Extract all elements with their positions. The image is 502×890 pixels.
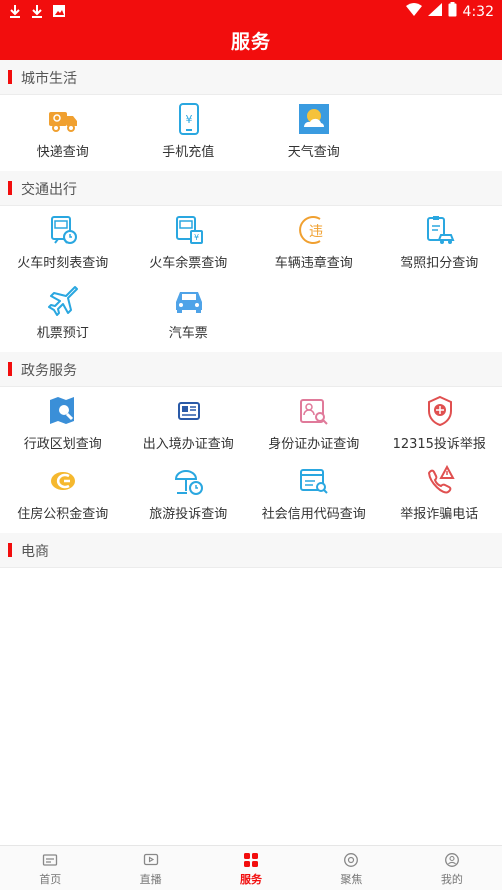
service-label: 举报诈骗电话 — [400, 507, 479, 522]
nav-label: 聚焦 — [340, 873, 363, 886]
download-icon — [8, 3, 22, 18]
nav-services[interactable]: 服务 — [201, 846, 301, 890]
credit-code-icon — [298, 465, 330, 497]
section-title: 城市生活 — [21, 71, 77, 87]
service-train-schedule[interactable]: 火车时刻表查询 — [0, 206, 126, 276]
section-accent-bar — [8, 362, 12, 376]
section-ecommerce: 电商 — [0, 533, 502, 568]
train-schedule-icon — [47, 214, 79, 246]
service-phone-recharge[interactable]: ¥ 手机充值 — [126, 95, 252, 165]
service-fraud-phone[interactable]: 举报诈骗电话 — [377, 457, 502, 527]
service-flight[interactable]: 机票预订 — [0, 276, 126, 346]
service-id-card[interactable]: 身份证办证查询 — [251, 387, 377, 457]
section-accent-bar — [8, 181, 12, 195]
service-label: 快递查询 — [36, 145, 89, 160]
section-government: 政务服务 行政区划查询 出入境办证查询 身份证办证查询 12315投诉举报 住房… — [0, 352, 502, 533]
nav-label: 我的 — [440, 873, 463, 886]
service-housing-fund[interactable]: 住房公积金查询 — [0, 457, 126, 527]
service-label: 火车时刻表查询 — [17, 256, 109, 271]
section-header: 电商 — [0, 533, 502, 568]
nav-focus[interactable]: 聚焦 — [301, 846, 401, 890]
section-accent-bar — [8, 543, 12, 557]
service-credit-code[interactable]: 社会信用代码查询 — [251, 457, 377, 527]
signal-icon — [427, 3, 442, 20]
service-label: 火车余票查询 — [149, 256, 228, 271]
id-card-icon — [298, 395, 330, 427]
section-city-life: 城市生活 快递查询 ¥ 手机充值 天气查询 — [0, 60, 502, 171]
service-exit-entry[interactable]: 出入境办证查询 — [126, 387, 252, 457]
service-label: 车辆违章查询 — [274, 256, 353, 271]
complaint-badge-icon — [424, 395, 456, 427]
section-title: 电商 — [21, 544, 49, 560]
service-violation[interactable]: 违 车辆违章查询 — [251, 206, 377, 276]
services-content: 城市生活 快递查询 ¥ 手机充值 天气查询 交通出行 火车时刻表查询 ¥ 火车余… — [0, 60, 502, 568]
travel-complaint-icon — [173, 465, 205, 497]
battery-icon — [448, 2, 457, 21]
violation-icon: 违 — [298, 214, 330, 246]
bus-ticket-icon — [173, 284, 205, 316]
nav-label: 首页 — [39, 873, 62, 886]
notification-image-icon — [52, 3, 66, 17]
wifi-icon — [405, 3, 422, 20]
section-transport: 交通出行 火车时刻表查询 ¥ 火车余票查询 违 车辆违章查询 驾照扣分查询 机票… — [0, 171, 502, 352]
airplane-icon — [47, 284, 79, 316]
nav-profile[interactable]: 我的 — [402, 846, 502, 890]
service-admin-division[interactable]: 行政区划查询 — [0, 387, 126, 457]
passport-icon — [173, 395, 205, 427]
service-label: 住房公积金查询 — [17, 507, 109, 522]
service-label: 社会信用代码查询 — [261, 507, 366, 522]
home-icon — [42, 852, 58, 868]
service-label: 机票预订 — [36, 326, 89, 341]
live-icon — [143, 852, 159, 868]
svg-text:¥: ¥ — [193, 233, 198, 242]
service-label: 身份证办证查询 — [268, 437, 360, 452]
service-label: 手机充值 — [162, 145, 215, 160]
service-label: 出入境办证查询 — [142, 437, 234, 452]
page-title: 服务 — [230, 31, 271, 53]
section-header: 城市生活 — [0, 60, 502, 95]
svg-text:违: 违 — [309, 224, 323, 240]
housing-fund-icon — [47, 465, 79, 497]
service-label: 汽车票 — [168, 326, 208, 341]
service-label: 旅游投诉查询 — [149, 507, 228, 522]
status-bar: 4:32 — [0, 0, 502, 22]
status-time: 4:32 — [462, 3, 494, 20]
app-header: 4:32 服务 — [0, 0, 502, 60]
service-label: 12315投诉举报 — [392, 437, 486, 452]
section-accent-bar — [8, 70, 12, 84]
express-truck-icon — [47, 103, 79, 135]
service-bus-ticket[interactable]: 汽车票 — [126, 276, 252, 346]
service-express[interactable]: 快递查询 — [0, 95, 126, 165]
service-label: 驾照扣分查询 — [400, 256, 479, 271]
phone-recharge-icon: ¥ — [173, 103, 205, 135]
services-icon — [243, 852, 259, 868]
section-title: 政务服务 — [21, 363, 77, 379]
nav-label: 服务 — [240, 873, 263, 886]
service-label: 天气查询 — [287, 145, 340, 160]
service-weather[interactable]: 天气查询 — [251, 95, 377, 165]
fraud-phone-icon — [424, 464, 456, 497]
license-points-icon — [424, 214, 456, 246]
section-title: 交通出行 — [21, 182, 77, 198]
service-license-points[interactable]: 驾照扣分查询 — [377, 206, 502, 276]
nav-home[interactable]: 首页 — [0, 846, 100, 890]
download-icon — [30, 3, 44, 18]
service-label: 行政区划查询 — [23, 437, 102, 452]
service-travel-complaint[interactable]: 旅游投诉查询 — [126, 457, 252, 527]
service-train-ticket[interactable]: ¥ 火车余票查询 — [126, 206, 252, 276]
nav-label: 直播 — [139, 873, 162, 886]
focus-icon — [343, 852, 359, 868]
section-header: 政务服务 — [0, 352, 502, 387]
svg-text:¥: ¥ — [185, 113, 192, 126]
train-ticket-icon: ¥ — [173, 214, 205, 246]
profile-icon — [444, 852, 460, 868]
bottom-navigation: 首页 直播 服务 聚焦 我的 — [0, 845, 502, 890]
nav-live[interactable]: 直播 — [100, 846, 200, 890]
weather-icon — [298, 103, 330, 135]
map-search-icon — [47, 395, 79, 427]
section-header: 交通出行 — [0, 171, 502, 206]
service-12315[interactable]: 12315投诉举报 — [377, 387, 502, 457]
